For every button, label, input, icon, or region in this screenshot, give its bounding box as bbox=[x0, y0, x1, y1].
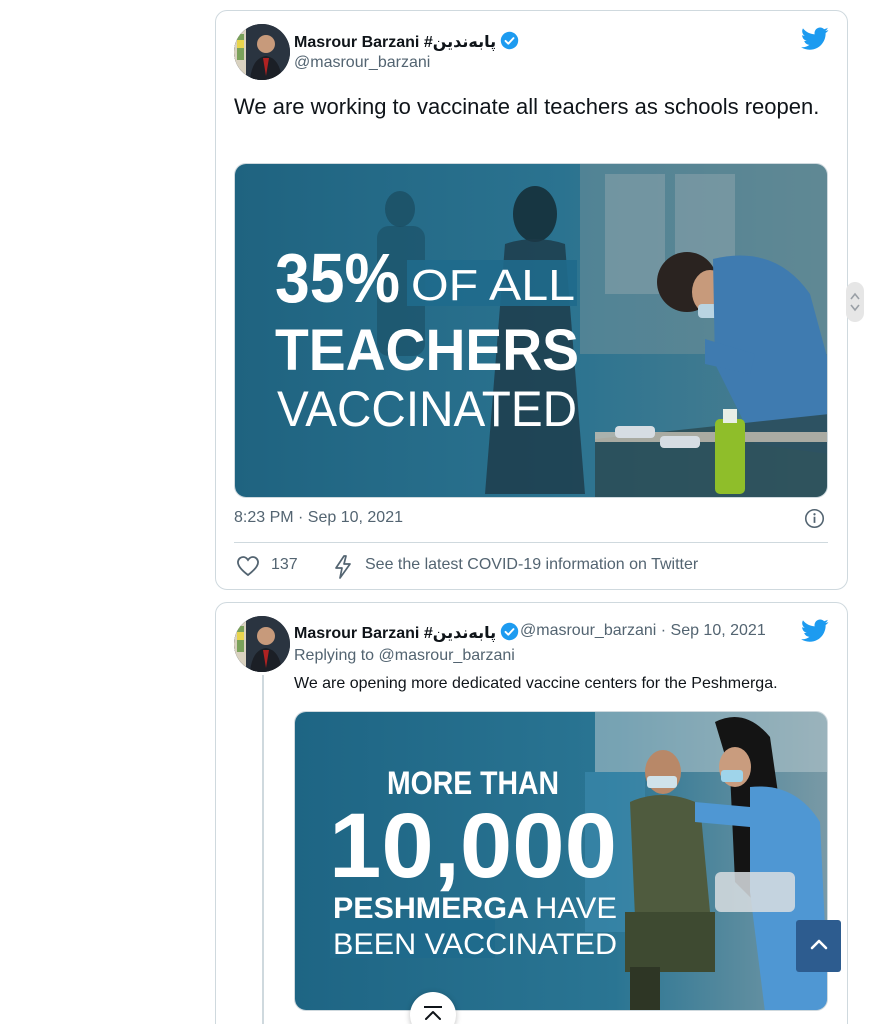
media-line3-rest: HAVE bbox=[535, 892, 617, 925]
media-line1-rest: OF ALL bbox=[411, 261, 575, 310]
back-to-top-button[interactable] bbox=[796, 920, 841, 972]
thread-line bbox=[262, 675, 264, 1024]
divider bbox=[234, 542, 828, 543]
author-avatar[interactable] bbox=[234, 616, 290, 672]
tweet-media-image[interactable]: 35% OF ALL TEACHERS VACCINATED bbox=[234, 163, 828, 498]
peshmerga-vaccinated-graphic: MORE THAN 10,000 PESHMERGA HAVE BEEN VAC… bbox=[295, 712, 827, 1010]
author-name[interactable]: Masrour Barzani #پابەندین bbox=[294, 622, 519, 646]
verified-badge-icon bbox=[500, 31, 519, 55]
chevron-up-icon bbox=[810, 937, 828, 955]
verified-badge-icon bbox=[500, 622, 519, 646]
author-name[interactable]: Masrour Barzani #پابەندین bbox=[294, 31, 519, 55]
twitter-bird-icon[interactable] bbox=[801, 27, 829, 56]
tweet-media-image[interactable]: MORE THAN 10,000 PESHMERGA HAVE BEEN VAC… bbox=[294, 711, 828, 1011]
media-line3: VACCINATED bbox=[277, 381, 577, 437]
media-big-number: 10,000 bbox=[329, 795, 617, 897]
heart-icon[interactable] bbox=[236, 555, 260, 582]
author-handle[interactable]: @masrour_barzani bbox=[294, 54, 430, 72]
tweet-card-2[interactable]: Masrour Barzani #پابەندین @masrour_barza… bbox=[215, 602, 848, 1024]
lightning-icon bbox=[333, 555, 353, 584]
tweet-card-1[interactable]: Masrour Barzani #پابەندین @masrour_barza… bbox=[215, 10, 848, 590]
media-line2: TEACHERS bbox=[275, 318, 579, 383]
info-icon[interactable] bbox=[804, 508, 825, 534]
scrollbar-thumb[interactable] bbox=[846, 282, 864, 322]
author-avatar[interactable] bbox=[234, 24, 290, 80]
media-line4: BEEN VACCINATED bbox=[333, 928, 617, 961]
tweet-text: We are working to vaccinate all teachers… bbox=[234, 94, 820, 119]
media-big-number: 35% bbox=[275, 239, 400, 317]
teachers-vaccinated-graphic: 35% OF ALL TEACHERS VACCINATED bbox=[235, 164, 827, 497]
media-line3-bold: PESHMERGA bbox=[333, 892, 529, 925]
tweet-timestamp[interactable]: 8:23 PM · Sep 10, 2021 bbox=[234, 509, 403, 527]
covid-info-link[interactable]: See the latest COVID-19 information on T… bbox=[365, 556, 698, 574]
replying-to[interactable]: Replying to @masrour_barzani bbox=[294, 647, 515, 665]
collapse-up-icon bbox=[422, 1004, 444, 1024]
tweet-text: We are opening more dedicated vaccine ce… bbox=[294, 675, 778, 692]
like-count[interactable]: 137 bbox=[271, 556, 298, 574]
author-handle-and-date[interactable]: @masrour_barzani · Sep 10, 2021 bbox=[520, 622, 766, 640]
twitter-bird-icon[interactable] bbox=[801, 619, 829, 648]
